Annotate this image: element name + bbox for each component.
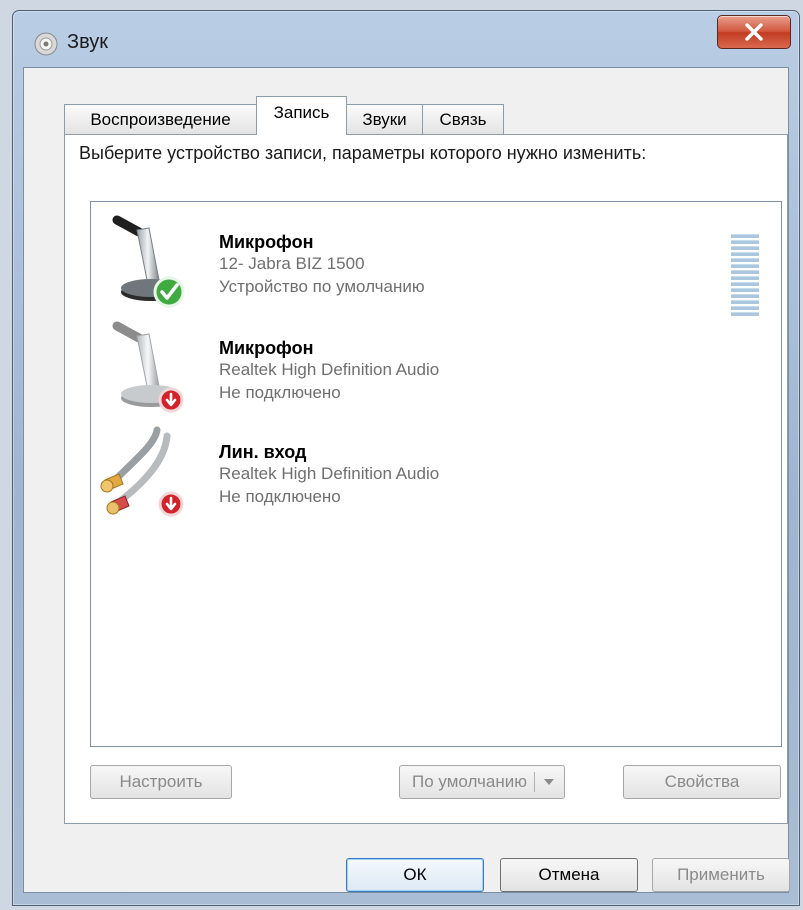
- window-title: Звук: [67, 31, 109, 53]
- sound-dialog: Звук Воспроизведение Запись Звуки Связь …: [12, 10, 800, 906]
- device-driver: Realtek High Definition Audio: [219, 464, 440, 483]
- chevron-down-icon[interactable]: [542, 777, 556, 787]
- microphone-default-icon: [112, 215, 185, 308]
- instruction-text: Выберите устройство записи, параметры ко…: [79, 143, 647, 163]
- device-driver: Realtek High Definition Audio: [219, 360, 440, 379]
- device-item-jabra-microphone[interactable]: Микрофон 12- Jabra BIZ 1500 Устройство п…: [91, 210, 781, 316]
- set-default-label: По умолчанию: [412, 772, 527, 791]
- title-bar[interactable]: Звук: [13, 11, 799, 67]
- cancel-button[interactable]: Отмена: [500, 858, 638, 892]
- set-default-split-button[interactable]: По умолчанию: [399, 765, 565, 799]
- split-separator: [534, 772, 535, 792]
- device-item-line-in[interactable]: Лин. вход Realtek High Definition Audio …: [91, 420, 781, 524]
- line-in-cable-icon: [100, 426, 184, 517]
- tab-recording[interactable]: Запись: [256, 96, 347, 135]
- speaker-icon: [34, 32, 58, 56]
- device-driver: 12- Jabra BIZ 1500: [219, 254, 365, 273]
- tab-playback[interactable]: Воспроизведение: [64, 104, 257, 134]
- device-status: Не подключено: [219, 487, 341, 506]
- device-list[interactable]: Микрофон 12- Jabra BIZ 1500 Устройство п…: [90, 201, 782, 747]
- device-item-realtek-microphone[interactable]: Микрофон Realtek High Definition Audio Н…: [91, 316, 781, 420]
- tab-communications[interactable]: Связь: [422, 104, 504, 134]
- tab-sounds[interactable]: Звуки: [346, 104, 423, 134]
- ok-button[interactable]: ОК: [346, 858, 484, 892]
- apply-button[interactable]: Применить: [652, 858, 790, 892]
- recording-tab-panel: Выберите устройство записи, параметры ко…: [64, 134, 788, 824]
- device-status: Не подключено: [219, 383, 341, 402]
- level-meter: [731, 234, 759, 316]
- device-name: Лин. вход: [219, 442, 307, 462]
- close-icon: [745, 23, 763, 41]
- device-name: Микрофон: [219, 232, 314, 252]
- properties-button[interactable]: Свойства: [623, 765, 781, 799]
- device-status: Устройство по умолчанию: [219, 277, 425, 296]
- device-name: Микрофон: [219, 338, 314, 358]
- close-button[interactable]: [717, 15, 791, 49]
- configure-button[interactable]: Настроить: [90, 765, 232, 799]
- dialog-client: Воспроизведение Запись Звуки Связь Выбер…: [23, 67, 790, 893]
- microphone-disconnected-icon: [112, 321, 184, 413]
